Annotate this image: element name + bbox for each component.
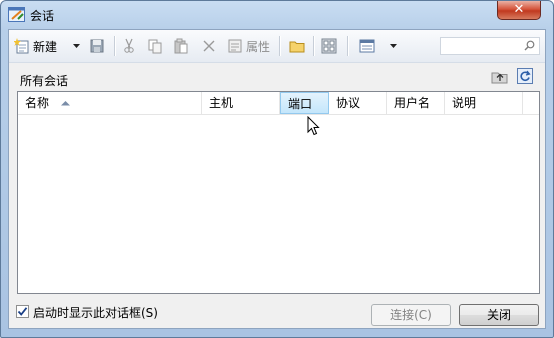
- new-dropdown-button[interactable]: [73, 37, 81, 55]
- app-icon: [8, 7, 25, 22]
- paste-button[interactable]: [173, 37, 189, 55]
- delete-icon: [203, 40, 215, 52]
- mouse-cursor-icon: [307, 116, 320, 136]
- folder-up-icon: [491, 72, 508, 84]
- close-button[interactable]: 关闭: [459, 304, 539, 326]
- close-window-button[interactable]: ✕: [497, 1, 541, 20]
- dialog-footer: 启动时显示此对话框(S) 连接(C) 关闭: [9, 296, 545, 328]
- search-icon: [524, 40, 535, 51]
- paste-icon: [174, 38, 188, 54]
- column-label: 主机: [209, 96, 234, 110]
- column-label: 名称: [25, 96, 50, 110]
- column-header-description[interactable]: 说明: [445, 92, 523, 114]
- search-input[interactable]: [440, 37, 540, 55]
- copy-button[interactable]: [147, 37, 163, 55]
- cut-button[interactable]: [121, 37, 137, 55]
- refresh-button[interactable]: [517, 68, 533, 87]
- column-label: 用户名: [394, 96, 431, 110]
- folder-icon: [289, 41, 305, 53]
- window-title: 会话: [30, 9, 55, 23]
- properties-icon: [228, 39, 242, 53]
- new-session-icon: [14, 38, 29, 54]
- view-list-icon: [359, 39, 375, 53]
- column-header-port[interactable]: 端口: [280, 92, 329, 114]
- folder-up-button[interactable]: [491, 68, 509, 87]
- dialog-body: 新建 属性 所有会话 名称 主机 端口 协议 用户名 说明 启动时显示此对话框(…: [8, 29, 546, 329]
- delete-button[interactable]: [201, 37, 217, 55]
- folder-label: 所有会话: [20, 74, 69, 88]
- folder-header: 所有会话: [9, 64, 545, 88]
- list-header: 名称 主机 端口 协议 用户名 说明: [18, 92, 539, 115]
- new-session-label: 新建: [33, 39, 58, 54]
- view-button[interactable]: [359, 37, 375, 55]
- cut-icon: [124, 38, 134, 53]
- copy-icon: [148, 39, 162, 54]
- properties-label: 属性: [246, 39, 271, 54]
- title-bar[interactable]: 会话 ✕: [1, 1, 553, 29]
- connect-button[interactable]: 连接(C): [371, 304, 451, 326]
- sort-ascending-icon: [61, 101, 70, 106]
- column-label: 说明: [452, 96, 477, 110]
- session-dialog: 会话 ✕ 新建 属性 所有会话 名称 主机 端口 协议 用户名 说明 启动时显示…: [0, 0, 554, 338]
- startup-checkbox[interactable]: [16, 305, 29, 318]
- checkmark-icon: [17, 307, 28, 316]
- session-manager-icon: [321, 38, 337, 54]
- column-label: 端口: [288, 97, 313, 111]
- toolbar: 新建 属性: [9, 30, 545, 63]
- column-header-protocol[interactable]: 协议: [329, 92, 387, 114]
- chevron-down-icon: [73, 43, 80, 48]
- save-icon: [90, 39, 104, 53]
- startup-checkbox-label[interactable]: 启动时显示此对话框(S): [33, 304, 158, 321]
- column-header-username[interactable]: 用户名: [387, 92, 445, 114]
- properties-button[interactable]: 属性: [227, 37, 270, 55]
- save-session-button[interactable]: [89, 37, 105, 55]
- session-list[interactable]: 名称 主机 端口 协议 用户名 说明: [17, 91, 540, 294]
- session-manager-button[interactable]: [321, 37, 337, 55]
- open-folder-button[interactable]: [289, 37, 305, 55]
- column-label: 协议: [336, 96, 361, 110]
- chevron-down-icon: [390, 43, 397, 48]
- refresh-icon: [517, 68, 533, 84]
- column-header-name[interactable]: 名称: [18, 92, 202, 114]
- new-session-button[interactable]: 新建: [14, 37, 57, 55]
- close-icon: ✕: [513, 2, 525, 17]
- column-header-host[interactable]: 主机: [202, 92, 280, 114]
- view-dropdown-button[interactable]: [390, 37, 398, 55]
